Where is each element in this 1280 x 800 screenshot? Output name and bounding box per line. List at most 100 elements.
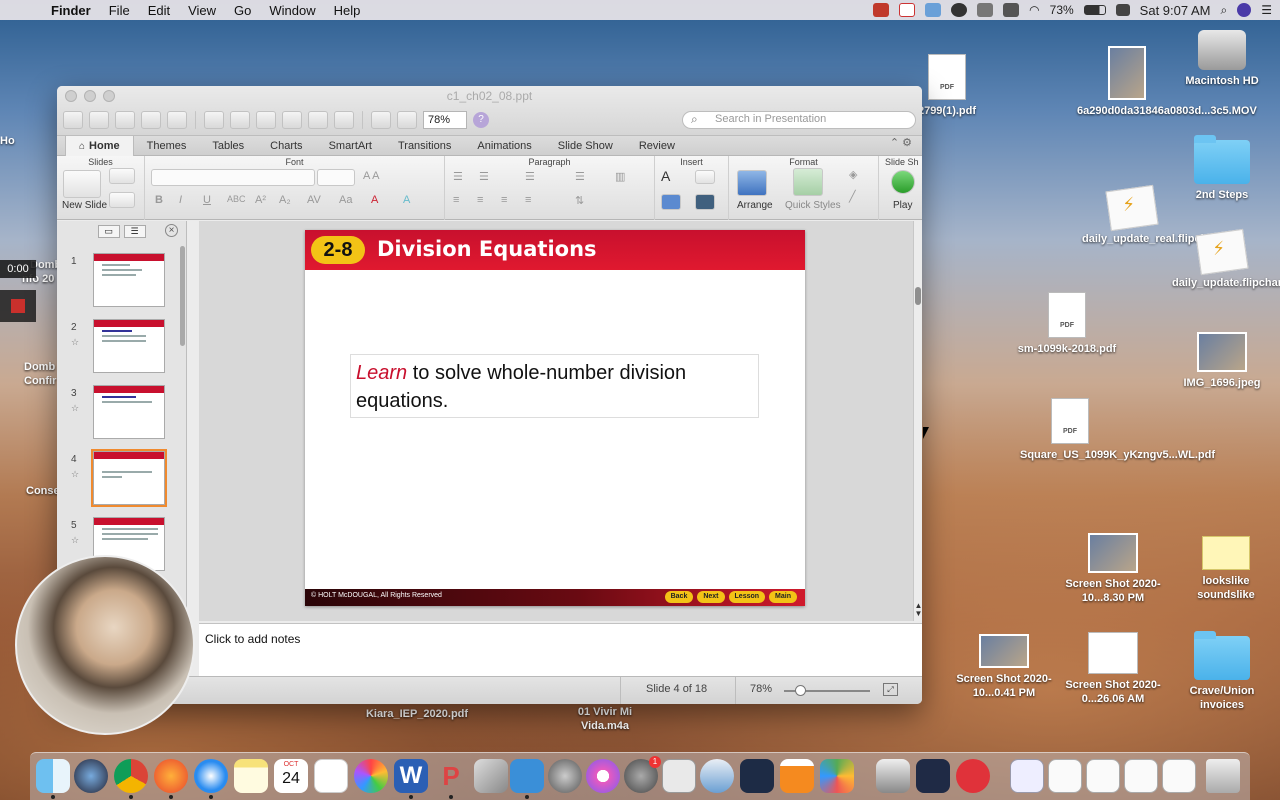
scroll-arrows-icon[interactable]: ▲ ▼ (914, 602, 922, 618)
slide-text-box[interactable]: Learn to solve whole-number division equ… (350, 354, 759, 418)
strikethrough-icon[interactable]: ABC (227, 194, 246, 204)
section-button[interactable] (109, 192, 135, 208)
desktop-icon-flipchart-real[interactable]: daily_update_real.flipchart (1082, 184, 1221, 246)
screen-tool-icon[interactable] (925, 3, 942, 17)
underline-icon[interactable]: U (203, 194, 211, 206)
desktop-icon-2nd-steps[interactable]: 2nd Steps (1172, 135, 1272, 202)
media-icon[interactable] (695, 194, 715, 210)
new-presentation-icon[interactable] (63, 111, 83, 129)
photos-icon[interactable] (354, 759, 388, 793)
line-icon[interactable]: ╱ (849, 190, 856, 203)
calendar-icon[interactable]: OCT 24 (274, 759, 308, 793)
zoom-slider-knob[interactable] (795, 685, 806, 696)
clock[interactable]: Sat 9:07 AM (1140, 3, 1211, 18)
help-icon[interactable]: ? (473, 112, 489, 128)
main-button[interactable]: Main (769, 591, 797, 603)
image-capture-icon[interactable] (876, 759, 910, 793)
desktop-icon-lookslike[interactable]: lookslike soundslike (1176, 536, 1276, 602)
tab-review[interactable]: Review (626, 136, 688, 156)
desktop-icon-screenshot-830[interactable]: Screen Shot 2020-10...8.30 PM (1063, 533, 1163, 605)
bold-icon[interactable]: B (155, 194, 163, 206)
search-input[interactable]: ⌕ Search in Presentation (682, 111, 916, 129)
battery-percent[interactable]: 73% (1050, 3, 1074, 17)
launchpad-icon[interactable] (548, 759, 582, 793)
safari-icon[interactable] (194, 759, 228, 793)
subscript-icon[interactable]: A₂ (279, 194, 291, 206)
siri-status-icon[interactable] (1237, 3, 1252, 17)
close-pane-icon[interactable]: × (165, 224, 178, 237)
powerpoint-icon[interactable]: P (434, 759, 468, 793)
desktop-icon-mov-file[interactable]: 6a290d0da31846a0803d...3c5.MOV (1077, 46, 1257, 118)
itunes-icon[interactable] (586, 759, 620, 793)
desktop-icon-macintosh-hd[interactable]: Macintosh HD (1172, 30, 1272, 88)
recorder-stop-button[interactable] (0, 290, 36, 322)
notification-center-icon[interactable]: ☰ (1261, 3, 1272, 17)
tab-transitions[interactable]: Transitions (385, 136, 464, 156)
system-preferences-icon[interactable]: 1 (624, 756, 661, 793)
next-button[interactable]: Next (697, 591, 725, 603)
copy-icon[interactable] (230, 111, 250, 129)
justify-icon[interactable]: ≡ (525, 194, 531, 206)
tab-home[interactable]: ⌂ Home (65, 135, 134, 156)
superscript-icon[interactable]: A² (255, 194, 266, 206)
close-x-status-icon[interactable] (899, 3, 916, 17)
current-slide[interactable]: 2-8 Division Equations Learn to solve wh… (305, 230, 805, 606)
layout-button[interactable] (109, 168, 135, 184)
desktop-icon-flipchart[interactable]: daily_update.flipchart (1172, 228, 1280, 290)
undo-icon[interactable] (308, 111, 328, 129)
firefox-icon[interactable] (154, 759, 188, 793)
pages-icon[interactable] (510, 759, 544, 793)
recent-document-icon[interactable] (1086, 759, 1120, 793)
zoom-select[interactable]: 78% (423, 111, 467, 129)
partial-label[interactable]: Domb (24, 360, 60, 374)
scrollbar-thumb[interactable] (915, 287, 921, 305)
text-direction-icon[interactable]: ⇅ (575, 194, 584, 207)
menu-view[interactable]: View (179, 3, 225, 18)
window-titlebar[interactable]: c1_ch02_08.ppt 78% ? ⌕ Search in Present… (57, 86, 922, 136)
recent-document-icon[interactable] (1048, 759, 1082, 793)
keyboard-input-icon[interactable] (1115, 4, 1130, 16)
desktop-icon-1099k-2018[interactable]: PDF sm-1099k-2018.pdf (1017, 292, 1117, 356)
menu-app-name[interactable]: Finder (42, 3, 100, 18)
new-slide-button[interactable] (63, 170, 101, 198)
vlc-icon[interactable] (780, 759, 814, 793)
align-left-icon[interactable]: ≡ (453, 194, 459, 206)
play-icon[interactable] (891, 170, 915, 194)
tiles-icon[interactable] (820, 759, 854, 793)
print-icon[interactable] (167, 111, 187, 129)
shapes-icon[interactable] (661, 194, 681, 210)
ribbon-collapse-icon[interactable]: ⌃ ⚙ (890, 136, 912, 149)
migration-assistant-icon[interactable] (700, 759, 734, 793)
slide-scrollbar[interactable]: ▲ ▼ (913, 221, 922, 621)
notes-icon[interactable] (234, 759, 268, 793)
slides-view-icon[interactable]: ▭ (97, 224, 120, 238)
grow-font-icon[interactable]: A A (363, 170, 380, 182)
desktop-icon-square-1099k[interactable]: PDF Square_US_1099K_yKzngv5...WL.pdf (1020, 398, 1215, 462)
paste-icon[interactable] (256, 111, 276, 129)
desktop-icon-screenshot-2606[interactable]: Screen Shot 2020-0...26.06 AM (1063, 632, 1163, 706)
italic-icon[interactable]: I (179, 194, 182, 206)
status-app-icon[interactable] (873, 3, 890, 17)
text-box-icon[interactable]: A (661, 168, 670, 184)
font-name-select[interactable] (151, 169, 315, 186)
open-icon[interactable] (115, 111, 135, 129)
lesson-button[interactable]: Lesson (728, 591, 766, 603)
recent-document-icon[interactable] (1124, 759, 1158, 793)
outline-view-icon[interactable]: ☰ (123, 224, 146, 238)
arrange-button[interactable] (737, 170, 767, 196)
text-effects-icon[interactable]: A (403, 194, 410, 206)
slide-thumbnail[interactable] (93, 253, 165, 307)
menu-window[interactable]: Window (260, 3, 324, 18)
thumbnail-scrollbar[interactable] (180, 246, 185, 346)
quick-styles-button[interactable] (793, 168, 823, 196)
trash-icon[interactable] (1206, 759, 1240, 793)
back-button[interactable]: Back (664, 591, 694, 603)
desktop-icon-img-1696[interactable]: IMG_1696.jpeg (1172, 332, 1272, 390)
screen-recorder-icon[interactable] (916, 759, 950, 793)
airplay-icon[interactable] (1003, 3, 1020, 17)
align-center-icon[interactable]: ≡ (477, 194, 483, 206)
gear-status-icon[interactable] (951, 3, 968, 17)
cut-icon[interactable] (204, 111, 224, 129)
align-right-icon[interactable]: ≡ (501, 194, 507, 206)
tab-tables[interactable]: Tables (199, 136, 257, 156)
